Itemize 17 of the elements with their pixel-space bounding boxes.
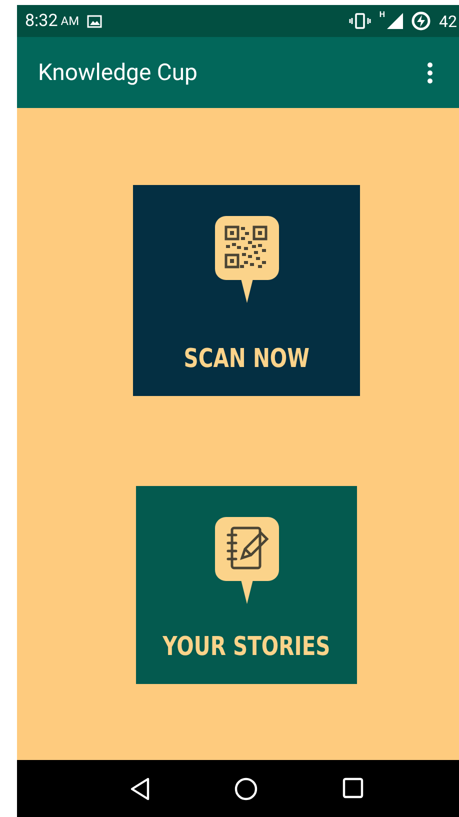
image-icon: [87, 14, 102, 28]
stories-tile[interactable]: YOUR STORIES: [136, 486, 357, 684]
notebook-pencil-bubble-icon: [214, 516, 280, 606]
qr-code-bubble-icon: [214, 215, 280, 305]
more-options-button[interactable]: [426, 62, 434, 84]
scan-now-tile[interactable]: SCAN NOW: [133, 185, 360, 396]
recents-button[interactable]: [342, 776, 364, 800]
app-title: Knowledge Cup: [38, 59, 198, 86]
signal-icon: [387, 13, 404, 29]
vibrate-icon: [349, 13, 372, 29]
network-type: H: [379, 10, 386, 19]
home-button[interactable]: [234, 776, 258, 800]
back-button[interactable]: [128, 776, 151, 800]
battery-percent: 42: [439, 12, 457, 30]
battery-charging-icon: [411, 11, 432, 31]
status-meridiem: AM: [60, 14, 80, 28]
status-time: 8:32: [25, 11, 58, 31]
